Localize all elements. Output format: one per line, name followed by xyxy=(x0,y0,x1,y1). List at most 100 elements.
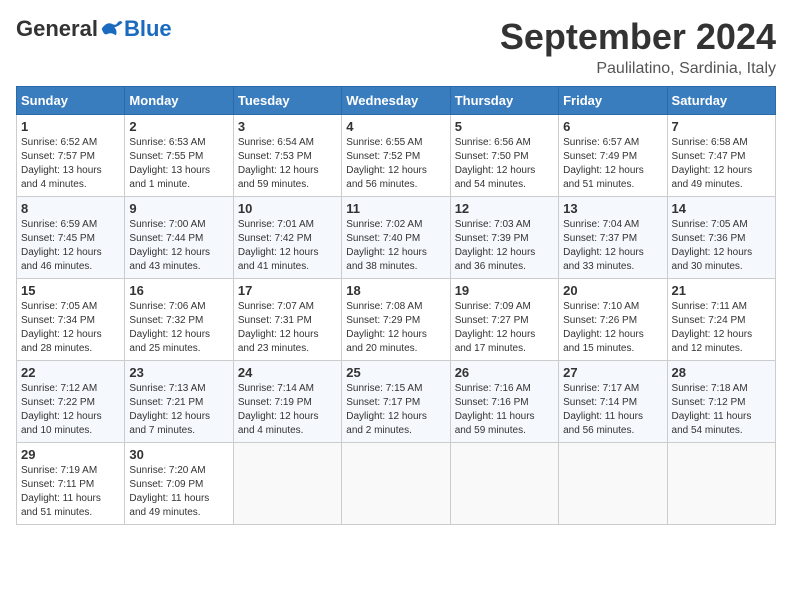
day-number: 7 xyxy=(672,119,771,134)
day-cell: 4Sunrise: 6:55 AM Sunset: 7:52 PM Daylig… xyxy=(342,115,450,197)
day-cell: 8 Sunrise: 6:59 AM Sunset: 7:45 PM Daylig… xyxy=(17,197,125,279)
day-info: Sunrise: 7:13 AM Sunset: 7:21 PM Dayligh… xyxy=(129,382,228,438)
day-cell: 13 Sunrise: 7:04 AM Sunset: 7:37 PM Dayli… xyxy=(559,197,667,279)
day-cell: 14 Sunrise: 7:05 AM Sunset: 7:36 PM Dayli… xyxy=(667,197,775,279)
day-info: Sunrise: 7:14 AM Sunset: 7:19 PM Dayligh… xyxy=(238,382,337,438)
logo: General Blue xyxy=(16,16,172,42)
day-cell: 26 Sunrise: 7:16 AM Sunset: 7:16 PM Dayli… xyxy=(450,361,558,443)
day-number: 13 xyxy=(563,201,662,216)
day-cell: 20Sunrise: 7:10 AM Sunset: 7:26 PM Dayli… xyxy=(559,279,667,361)
day-number: 5 xyxy=(455,119,554,134)
day-info: Sunrise: 6:54 AM Sunset: 7:53 PM Dayligh… xyxy=(238,136,337,192)
day-cell: 21 Sunrise: 7:11 AM Sunset: 7:24 PM Dayli… xyxy=(667,279,775,361)
calendar-table: SundayMondayTuesdayWednesdayThursdayFrid… xyxy=(16,86,776,525)
col-header-saturday: Saturday xyxy=(667,87,775,115)
day-info: Sunrise: 7:04 AM Sunset: 7:37 PM Dayligh… xyxy=(563,218,662,274)
day-cell xyxy=(450,443,558,525)
location: Paulilatino, Sardinia, Italy xyxy=(500,60,776,78)
logo-bird-icon xyxy=(100,19,124,39)
week-row-1: 1Sunrise: 6:52 AM Sunset: 7:57 PM Daylig… xyxy=(17,115,776,197)
logo-general-text: General xyxy=(16,16,98,42)
day-number: 30 xyxy=(129,447,228,462)
day-info: Sunrise: 7:07 AM Sunset: 7:31 PM Dayligh… xyxy=(238,300,337,356)
day-cell: 11Sunrise: 7:02 AM Sunset: 7:40 PM Dayli… xyxy=(342,197,450,279)
day-number: 14 xyxy=(672,201,771,216)
day-info: Sunrise: 7:05 AM Sunset: 7:36 PM Dayligh… xyxy=(672,218,771,274)
day-cell xyxy=(342,443,450,525)
title-area: September 2024 Paulilatino, Sardinia, It… xyxy=(500,16,776,78)
calendar-header-row: SundayMondayTuesdayWednesdayThursdayFrid… xyxy=(17,87,776,115)
day-cell: 17 Sunrise: 7:07 AM Sunset: 7:31 PM Dayli… xyxy=(233,279,341,361)
calendar-body: 1Sunrise: 6:52 AM Sunset: 7:57 PM Daylig… xyxy=(17,115,776,525)
day-number: 25 xyxy=(346,365,445,380)
day-info: Sunrise: 7:10 AM Sunset: 7:26 PM Dayligh… xyxy=(563,300,662,356)
day-info: Sunrise: 7:08 AM Sunset: 7:29 PM Dayligh… xyxy=(346,300,445,356)
day-number: 17 xyxy=(238,283,337,298)
day-info: Sunrise: 7:12 AM Sunset: 7:22 PM Dayligh… xyxy=(21,382,120,438)
day-cell: 7Sunrise: 6:58 AM Sunset: 7:47 PM Daylig… xyxy=(667,115,775,197)
day-info: Sunrise: 6:53 AM Sunset: 7:55 PM Dayligh… xyxy=(129,136,228,192)
day-info: Sunrise: 7:00 AM Sunset: 7:44 PM Dayligh… xyxy=(129,218,228,274)
day-info: Sunrise: 7:17 AM Sunset: 7:14 PM Dayligh… xyxy=(563,382,662,438)
day-number: 26 xyxy=(455,365,554,380)
day-info: Sunrise: 6:56 AM Sunset: 7:50 PM Dayligh… xyxy=(455,136,554,192)
day-number: 27 xyxy=(563,365,662,380)
day-info: Sunrise: 7:01 AM Sunset: 7:42 PM Dayligh… xyxy=(238,218,337,274)
day-number: 21 xyxy=(672,283,771,298)
day-info: Sunrise: 7:09 AM Sunset: 7:27 PM Dayligh… xyxy=(455,300,554,356)
day-info: Sunrise: 7:03 AM Sunset: 7:39 PM Dayligh… xyxy=(455,218,554,274)
day-cell: 23 Sunrise: 7:13 AM Sunset: 7:21 PM Dayli… xyxy=(125,361,233,443)
day-cell: 15 Sunrise: 7:05 AM Sunset: 7:34 PM Dayli… xyxy=(17,279,125,361)
week-row-3: 15 Sunrise: 7:05 AM Sunset: 7:34 PM Dayli… xyxy=(17,279,776,361)
day-cell: 28Sunrise: 7:18 AM Sunset: 7:12 PM Dayli… xyxy=(667,361,775,443)
day-info: Sunrise: 6:57 AM Sunset: 7:49 PM Dayligh… xyxy=(563,136,662,192)
col-header-friday: Friday xyxy=(559,87,667,115)
day-number: 8 xyxy=(21,201,120,216)
col-header-monday: Monday xyxy=(125,87,233,115)
day-cell: 5 Sunrise: 6:56 AM Sunset: 7:50 PM Daylig… xyxy=(450,115,558,197)
day-cell: 19Sunrise: 7:09 AM Sunset: 7:27 PM Dayli… xyxy=(450,279,558,361)
day-number: 1 xyxy=(21,119,120,134)
day-cell: 12 Sunrise: 7:03 AM Sunset: 7:39 PM Dayli… xyxy=(450,197,558,279)
day-cell: 18 Sunrise: 7:08 AM Sunset: 7:29 PM Dayli… xyxy=(342,279,450,361)
day-number: 18 xyxy=(346,283,445,298)
day-cell: 22Sunrise: 7:12 AM Sunset: 7:22 PM Dayli… xyxy=(17,361,125,443)
day-info: Sunrise: 7:15 AM Sunset: 7:17 PM Dayligh… xyxy=(346,382,445,438)
day-info: Sunrise: 7:11 AM Sunset: 7:24 PM Dayligh… xyxy=(672,300,771,356)
day-number: 23 xyxy=(129,365,228,380)
week-row-2: 8 Sunrise: 6:59 AM Sunset: 7:45 PM Daylig… xyxy=(17,197,776,279)
col-header-thursday: Thursday xyxy=(450,87,558,115)
day-cell: 9 Sunrise: 7:00 AM Sunset: 7:44 PM Daylig… xyxy=(125,197,233,279)
col-header-wednesday: Wednesday xyxy=(342,87,450,115)
day-cell: 10 Sunrise: 7:01 AM Sunset: 7:42 PM Dayli… xyxy=(233,197,341,279)
day-number: 4 xyxy=(346,119,445,134)
day-info: Sunrise: 7:20 AM Sunset: 7:09 PM Dayligh… xyxy=(129,464,228,520)
header: General Blue September 2024 Paulilatino,… xyxy=(16,16,776,78)
day-number: 2 xyxy=(129,119,228,134)
day-cell: 16Sunrise: 7:06 AM Sunset: 7:32 PM Dayli… xyxy=(125,279,233,361)
day-cell: 3 Sunrise: 6:54 AM Sunset: 7:53 PM Daylig… xyxy=(233,115,341,197)
day-info: Sunrise: 7:06 AM Sunset: 7:32 PM Dayligh… xyxy=(129,300,228,356)
day-cell: 29 Sunrise: 7:19 AM Sunset: 7:11 PM Dayli… xyxy=(17,443,125,525)
day-info: Sunrise: 6:59 AM Sunset: 7:45 PM Dayligh… xyxy=(21,218,120,274)
day-info: Sunrise: 7:16 AM Sunset: 7:16 PM Dayligh… xyxy=(455,382,554,438)
day-info: Sunrise: 7:05 AM Sunset: 7:34 PM Dayligh… xyxy=(21,300,120,356)
day-cell xyxy=(233,443,341,525)
day-cell: 25 Sunrise: 7:15 AM Sunset: 7:17 PM Dayli… xyxy=(342,361,450,443)
day-number: 10 xyxy=(238,201,337,216)
day-cell xyxy=(559,443,667,525)
day-number: 12 xyxy=(455,201,554,216)
day-number: 28 xyxy=(672,365,771,380)
day-info: Sunrise: 7:02 AM Sunset: 7:40 PM Dayligh… xyxy=(346,218,445,274)
day-cell: 24Sunrise: 7:14 AM Sunset: 7:19 PM Dayli… xyxy=(233,361,341,443)
week-row-4: 22Sunrise: 7:12 AM Sunset: 7:22 PM Dayli… xyxy=(17,361,776,443)
day-number: 29 xyxy=(21,447,120,462)
day-number: 3 xyxy=(238,119,337,134)
day-number: 15 xyxy=(21,283,120,298)
day-cell: 1Sunrise: 6:52 AM Sunset: 7:57 PM Daylig… xyxy=(17,115,125,197)
logo-blue-text: Blue xyxy=(124,16,172,42)
day-info: Sunrise: 7:19 AM Sunset: 7:11 PM Dayligh… xyxy=(21,464,120,520)
day-number: 6 xyxy=(563,119,662,134)
day-number: 9 xyxy=(129,201,228,216)
day-cell: 2 Sunrise: 6:53 AM Sunset: 7:55 PM Daylig… xyxy=(125,115,233,197)
